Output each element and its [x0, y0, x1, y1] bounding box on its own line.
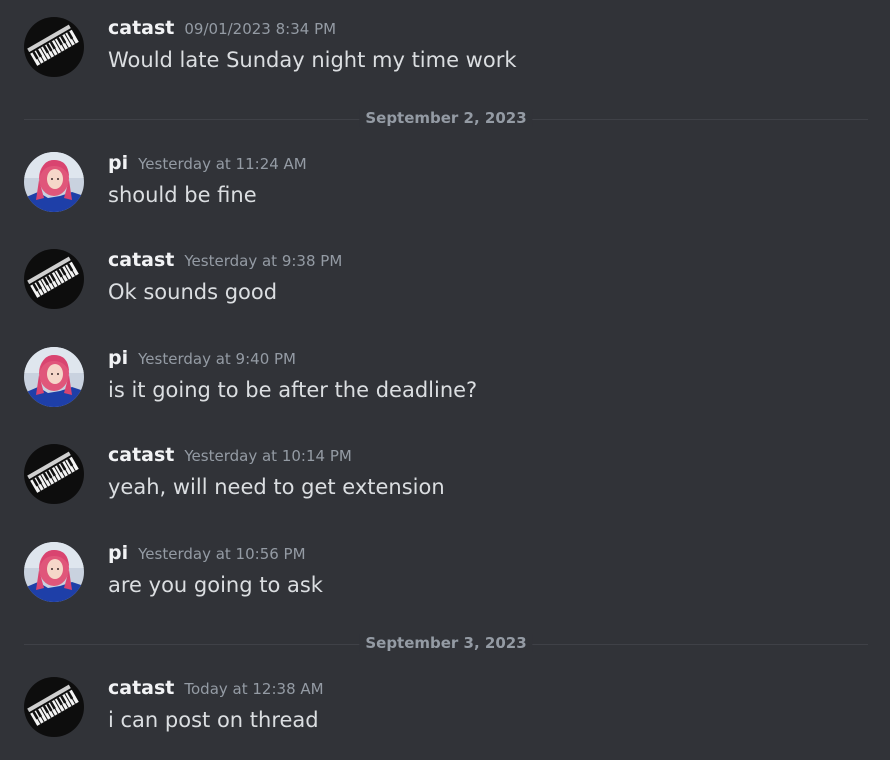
message-item[interactable]: catast 09/01/2023 8:34 PM Would late Sund…: [0, 17, 890, 87]
message-text: i can post on thread: [108, 708, 319, 732]
avatar[interactable]: [24, 249, 84, 309]
author-name[interactable]: catast: [108, 677, 174, 699]
timestamp: Yesterday at 10:56 PM: [138, 545, 306, 563]
piano-keys-avatar-icon: [24, 17, 84, 77]
pink-hair-girl-avatar-icon: [24, 347, 84, 407]
message-header: catast 09/01/2023 8:34 PM: [108, 17, 336, 43]
avatar[interactable]: [24, 152, 84, 212]
author-name[interactable]: pi: [108, 347, 128, 369]
avatar[interactable]: [24, 542, 84, 602]
pink-hair-girl-avatar-icon: [24, 152, 84, 212]
pink-hair-girl-avatar-icon: [24, 542, 84, 602]
author-name[interactable]: pi: [108, 152, 128, 174]
message-header: pi Yesterday at 10:56 PM: [108, 542, 306, 568]
date-divider: September 3, 2023: [24, 634, 868, 654]
message-text: is it going to be after the deadline?: [108, 378, 478, 402]
message-item[interactable]: pi Yesterday at 10:56 PM are you going to…: [0, 542, 890, 612]
author-name[interactable]: catast: [108, 249, 174, 271]
message-header: pi Yesterday at 9:40 PM: [108, 347, 296, 373]
message-item[interactable]: pi Yesterday at 9:40 PM is it going to be…: [0, 347, 890, 417]
timestamp: Yesterday at 11:24 AM: [138, 155, 307, 173]
timestamp: Yesterday at 9:40 PM: [138, 350, 296, 368]
timestamp: Today at 12:38 AM: [184, 680, 324, 698]
message-text: Ok sounds good: [108, 280, 278, 304]
message-text: yeah, will need to get extension: [108, 475, 445, 499]
piano-keys-avatar-icon: [24, 677, 84, 737]
message-text: Would late Sunday night my time work: [108, 48, 517, 72]
avatar[interactable]: [24, 17, 84, 77]
timestamp: 09/01/2023 8:34 PM: [184, 20, 337, 38]
timestamp: Yesterday at 10:14 PM: [184, 447, 352, 465]
divider-date-label: September 2, 2023: [359, 109, 533, 127]
message-header: pi Yesterday at 11:24 AM: [108, 152, 307, 178]
author-name[interactable]: catast: [108, 444, 174, 466]
author-name[interactable]: catast: [108, 17, 174, 39]
message-text: are you going to ask: [108, 573, 323, 597]
date-divider: September 2, 2023: [24, 109, 868, 129]
message-item[interactable]: catast Yesterday at 9:38 PM Ok sounds goo…: [0, 249, 890, 319]
message-item[interactable]: catast Yesterday at 10:14 PM yeah, will n…: [0, 444, 890, 514]
avatar[interactable]: [24, 677, 84, 737]
piano-keys-avatar-icon: [24, 249, 84, 309]
avatar[interactable]: [24, 444, 84, 504]
piano-keys-avatar-icon: [24, 444, 84, 504]
message-header: catast Today at 12:38 AM: [108, 677, 324, 703]
message-item[interactable]: catast Today at 12:38 AM i can post on th…: [0, 677, 890, 747]
avatar[interactable]: [24, 347, 84, 407]
message-header: catast Yesterday at 10:14 PM: [108, 444, 352, 470]
divider-date-label: September 3, 2023: [359, 634, 533, 652]
author-name[interactable]: pi: [108, 542, 128, 564]
message-text: should be fine: [108, 183, 257, 207]
message-item[interactable]: pi Yesterday at 11:24 AM should be fine: [0, 152, 890, 222]
message-header: catast Yesterday at 9:38 PM: [108, 249, 342, 275]
timestamp: Yesterday at 9:38 PM: [184, 252, 343, 270]
